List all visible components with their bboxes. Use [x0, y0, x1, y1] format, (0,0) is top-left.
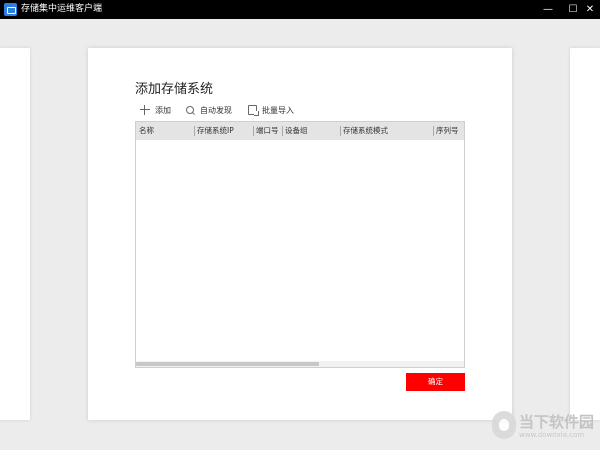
scrollbar-thumb[interactable]	[136, 362, 319, 366]
watermark: 当下软件园 www.downxia.com	[492, 409, 598, 445]
column-header-serial[interactable]: 序列号	[433, 122, 459, 140]
batch-import-label: 批量导入	[262, 105, 294, 115]
column-header-device-group[interactable]: 设备组	[282, 122, 308, 140]
next-panel	[570, 48, 600, 420]
plus-icon	[140, 105, 150, 115]
column-header-ip[interactable]: 存储系统IP	[194, 122, 234, 140]
table-header: 名称 存储系统IP 端口号 设备组 存储系统模式 序列号	[136, 122, 464, 140]
add-button-label: 添加	[155, 105, 171, 115]
batch-import-button[interactable]: 批量导入	[248, 103, 294, 117]
watermark-logo-icon	[492, 411, 516, 439]
window-title: 存储集中运维客户端	[21, 4, 103, 14]
close-button[interactable]: ✕	[580, 0, 600, 19]
column-header-mode[interactable]: 存储系统模式	[340, 122, 388, 140]
auto-discover-button[interactable]: 自动发现	[186, 103, 232, 117]
dialog-title: 添加存储系统	[135, 82, 214, 97]
add-button[interactable]: 添加	[140, 103, 171, 117]
add-storage-dialog: 添加存储系统 添加 自动发现 批量导入 名称 存储系统IP 端口号 设备组 存储…	[88, 48, 512, 420]
storage-systems-table: 名称 存储系统IP 端口号 设备组 存储系统模式 序列号	[135, 121, 465, 368]
auto-discover-label: 自动发现	[200, 105, 232, 115]
previous-panel	[0, 48, 30, 420]
horizontal-scrollbar[interactable]	[136, 361, 464, 367]
file-import-icon	[248, 105, 259, 116]
minimize-button[interactable]: —	[538, 0, 558, 19]
column-header-port[interactable]: 端口号	[253, 122, 279, 140]
search-icon	[186, 105, 195, 115]
app-icon	[4, 3, 17, 16]
confirm-button[interactable]: 确定	[406, 373, 465, 391]
window-titlebar[interactable]: 存储集中运维客户端 — ☐ ✕	[0, 0, 600, 19]
watermark-url: www.downxia.com	[519, 431, 585, 439]
watermark-text: 当下软件园	[519, 413, 595, 431]
table-body	[136, 140, 464, 361]
column-header-name[interactable]: 名称	[136, 122, 154, 140]
